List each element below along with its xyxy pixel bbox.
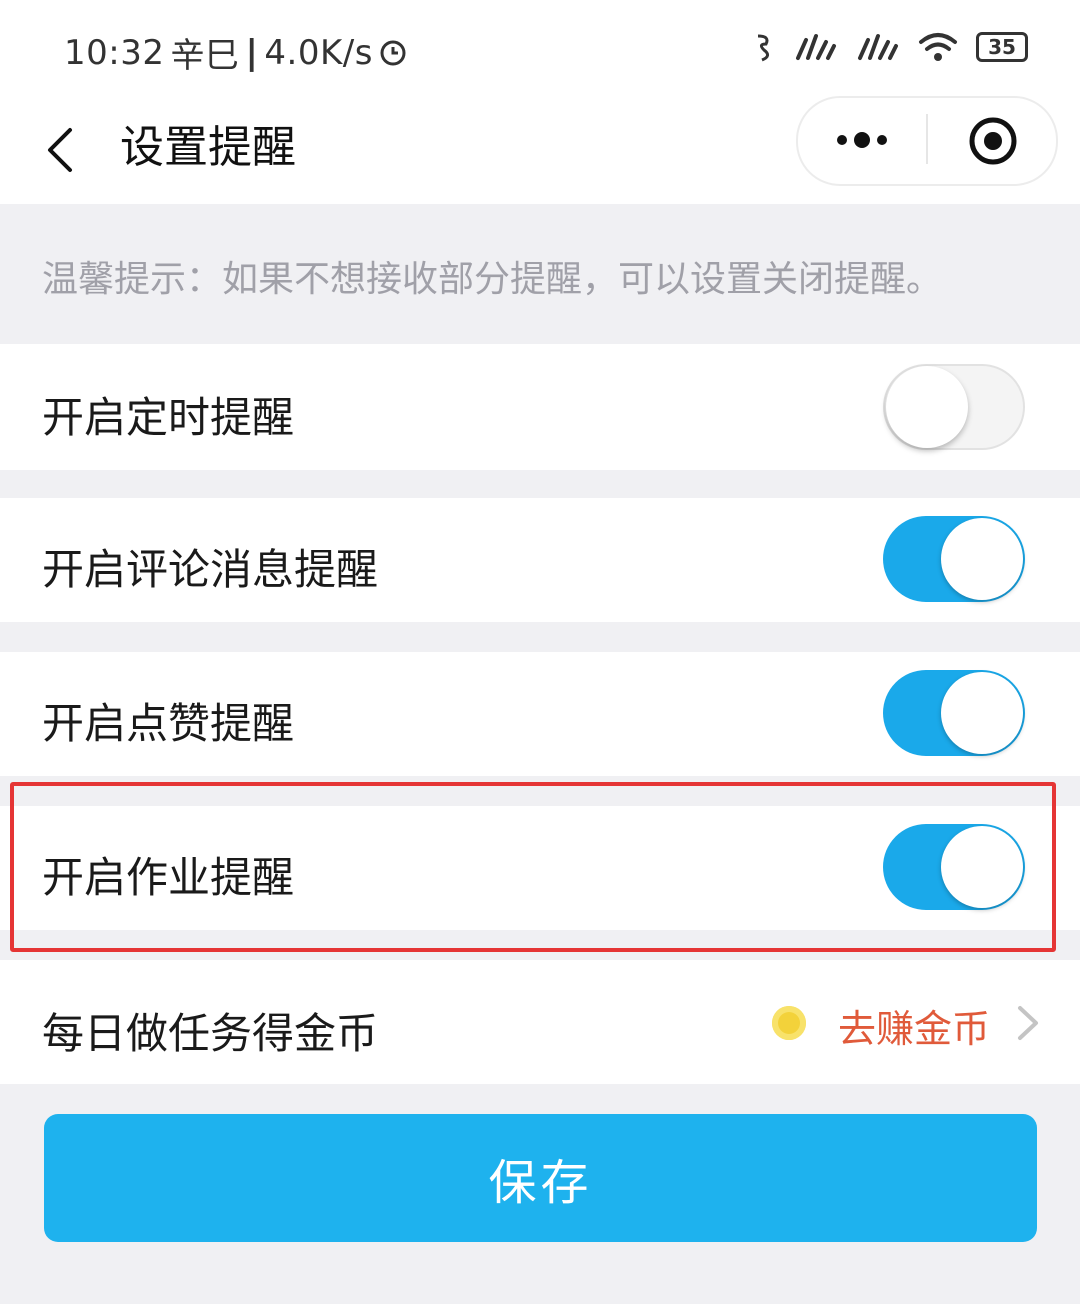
coin-icon bbox=[772, 1006, 806, 1040]
signal-icon-2 bbox=[858, 34, 898, 60]
setting-label: 开启点赞提醒 bbox=[42, 699, 295, 748]
setting-label: 开启评论消息提醒 bbox=[42, 545, 379, 594]
toggle-knob bbox=[941, 672, 1023, 754]
battery-icon: 35 bbox=[976, 32, 1028, 62]
toggle-like-reminder[interactable] bbox=[883, 670, 1025, 756]
signal-icon-1 bbox=[796, 34, 836, 60]
clock-extra: 辛巳 bbox=[170, 36, 240, 76]
back-button[interactable] bbox=[36, 114, 96, 186]
status-bar: 10:32 辛巳 | 4.0K/s 35 bbox=[0, 0, 1080, 100]
setting-row-like: 开启点赞提醒 bbox=[0, 652, 1080, 776]
more-button[interactable] bbox=[834, 122, 894, 158]
tip-text: 温馨提示：如果不想接收部分提醒，可以设置关闭提醒。 bbox=[42, 259, 943, 300]
clock-time: 10:32 bbox=[64, 32, 165, 73]
close-mini-program-button[interactable] bbox=[968, 116, 1018, 166]
save-button[interactable]: 保存 bbox=[44, 1114, 1037, 1242]
toggle-timed-reminder[interactable] bbox=[883, 364, 1025, 450]
wifi-icon bbox=[919, 33, 957, 61]
coins-label: 每日做任务得金币 bbox=[42, 1009, 379, 1058]
earn-coins-link[interactable]: 去赚金币 bbox=[838, 998, 990, 1053]
alarm-icon bbox=[380, 40, 406, 65]
toggle-comment-reminder[interactable] bbox=[883, 516, 1025, 602]
mini-program-capsule bbox=[796, 96, 1058, 186]
page-title: 设置提醒 bbox=[120, 122, 296, 173]
setting-row-timed: 开启定时提醒 bbox=[0, 344, 1080, 470]
chevron-left-icon bbox=[48, 128, 72, 172]
toggle-knob bbox=[941, 518, 1023, 600]
chevron-right-icon bbox=[1018, 1006, 1038, 1040]
more-icon bbox=[837, 132, 887, 148]
status-separator: | bbox=[245, 32, 259, 73]
nav-bar: 设置提醒 bbox=[0, 96, 1080, 204]
highlight-box bbox=[10, 782, 1056, 952]
setting-row-comment: 开启评论消息提醒 bbox=[0, 498, 1080, 622]
target-icon bbox=[969, 117, 1017, 165]
capsule-divider bbox=[926, 114, 928, 164]
toggle-knob bbox=[886, 366, 968, 448]
status-time: 10:32 辛巳 | 4.0K/s bbox=[64, 28, 407, 77]
network-speed: 4.0K/s bbox=[264, 32, 373, 73]
setting-label: 开启定时提醒 bbox=[42, 393, 295, 442]
nfc-icon bbox=[757, 34, 769, 62]
status-icons: 35 bbox=[754, 30, 1028, 64]
